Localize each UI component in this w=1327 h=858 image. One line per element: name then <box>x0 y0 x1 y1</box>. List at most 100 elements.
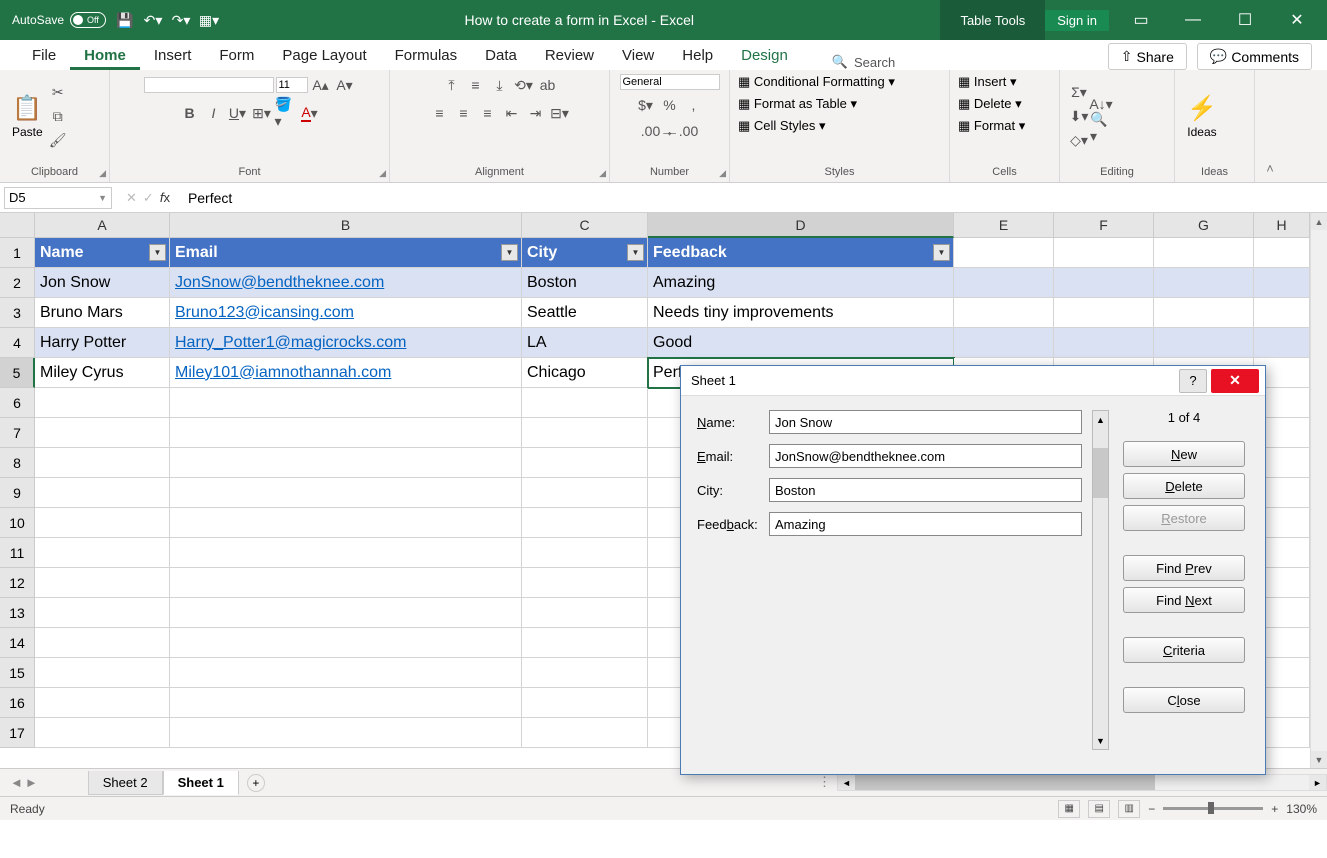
form-field-input[interactable] <box>769 410 1082 434</box>
scroll-down-icon[interactable]: ▼ <box>1311 751 1327 768</box>
form-quick-icon[interactable]: ▦▾ <box>200 11 218 29</box>
percent-icon[interactable]: % <box>659 94 681 116</box>
cell[interactable] <box>1154 238 1254 268</box>
cell[interactable] <box>35 568 170 598</box>
cell[interactable] <box>1054 238 1154 268</box>
dialog-launcher-icon[interactable]: ◢ <box>719 168 726 179</box>
column-header[interactable]: B <box>170 213 522 238</box>
cell[interactable]: Miley101@iamnothannah.com <box>170 358 522 388</box>
dialog-titlebar[interactable]: Sheet 1 ? ✕ <box>681 366 1265 396</box>
cell[interactable] <box>522 388 648 418</box>
form-field-input[interactable] <box>769 478 1082 502</box>
align-left-icon[interactable]: ≡ <box>429 102 451 124</box>
cell[interactable] <box>1154 298 1254 328</box>
cell[interactable] <box>954 268 1054 298</box>
cell[interactable] <box>522 598 648 628</box>
cell[interactable] <box>1254 298 1310 328</box>
share-button[interactable]: ⇧Share <box>1108 43 1187 70</box>
cut-icon[interactable]: ✂ <box>47 81 69 103</box>
cell[interactable] <box>954 238 1054 268</box>
cell[interactable] <box>1054 328 1154 358</box>
column-header[interactable]: D <box>648 213 954 238</box>
font-color-icon[interactable]: A▾ <box>299 102 321 124</box>
cell[interactable]: Amazing <box>648 268 954 298</box>
cell[interactable] <box>170 388 522 418</box>
align-middle-icon[interactable]: ≡ <box>465 74 487 96</box>
row-header[interactable]: 8 <box>0 448 35 478</box>
cell[interactable] <box>1254 238 1310 268</box>
tell-me-search[interactable]: 🔍Search <box>832 54 895 70</box>
cell[interactable] <box>170 688 522 718</box>
tab-form[interactable]: Form <box>205 43 268 70</box>
sheet-tab-sheet1[interactable]: Sheet 1 <box>163 771 239 795</box>
record-scrollbar[interactable]: ▲ ▼ <box>1092 410 1109 750</box>
tab-help[interactable]: Help <box>668 43 727 70</box>
tab-data[interactable]: Data <box>471 43 531 70</box>
row-header[interactable]: 13 <box>0 598 35 628</box>
clear-icon[interactable]: ◇▾ <box>1068 129 1090 151</box>
delete-button[interactable]: Delete <box>1123 473 1245 499</box>
chevron-down-icon[interactable]: ▼ <box>98 193 107 203</box>
minimize-icon[interactable]: — <box>1173 11 1213 29</box>
page-layout-view-icon[interactable]: ▤ <box>1088 800 1110 818</box>
insert-cells-button[interactable]: ▦ Insert ▾ <box>958 74 1017 90</box>
formula-input[interactable]: Perfect <box>180 190 1327 206</box>
select-all-corner[interactable] <box>0 213 35 238</box>
cell[interactable] <box>522 628 648 658</box>
horizontal-scrollbar[interactable]: ◄ ► <box>837 774 1327 791</box>
enter-formula-icon[interactable]: ✓ <box>143 190 154 206</box>
conditional-formatting-button[interactable]: ▦ Conditional Formatting ▾ <box>738 74 895 90</box>
row-header[interactable]: 10 <box>0 508 35 538</box>
column-header[interactable]: G <box>1154 213 1254 238</box>
cell[interactable] <box>954 328 1054 358</box>
format-as-table-button[interactable]: ▦ Format as Table ▾ <box>738 96 857 112</box>
cell[interactable] <box>1154 268 1254 298</box>
comma-icon[interactable]: , <box>683 94 705 116</box>
collapse-ribbon-icon[interactable]: ˄ <box>1255 70 1285 182</box>
cell[interactable] <box>35 628 170 658</box>
tab-insert[interactable]: Insert <box>140 43 206 70</box>
filter-dropdown-icon[interactable]: ▼ <box>627 244 644 261</box>
row-header[interactable]: 3 <box>0 298 35 328</box>
cell[interactable] <box>35 448 170 478</box>
cell[interactable] <box>170 418 522 448</box>
align-top-icon[interactable]: ⤒ <box>441 74 463 96</box>
zoom-slider[interactable] <box>1163 807 1263 810</box>
cell[interactable] <box>35 658 170 688</box>
format-cells-button[interactable]: ▦ Format ▾ <box>958 118 1025 134</box>
help-icon[interactable]: ? <box>1179 369 1207 393</box>
save-icon[interactable]: 💾 <box>116 11 134 29</box>
scroll-up-icon[interactable]: ▲ <box>1311 213 1327 230</box>
sign-in-button[interactable]: Sign in <box>1045 10 1109 31</box>
dialog-launcher-icon[interactable]: ◢ <box>379 168 386 179</box>
decrease-indent-icon[interactable]: ⇤ <box>501 102 523 124</box>
cell[interactable] <box>522 538 648 568</box>
row-header[interactable]: 14 <box>0 628 35 658</box>
cell[interactable] <box>522 508 648 538</box>
sheet-nav-next-icon[interactable]: ► <box>25 775 38 790</box>
column-header[interactable]: A <box>35 213 170 238</box>
cell[interactable] <box>35 418 170 448</box>
name-box[interactable]: D5▼ <box>4 187 112 209</box>
cell[interactable] <box>170 568 522 598</box>
tab-home[interactable]: Home <box>70 43 140 70</box>
column-header[interactable]: E <box>954 213 1054 238</box>
cell[interactable]: Jon Snow <box>35 268 170 298</box>
cell[interactable]: Harry_Potter1@magicrocks.com <box>170 328 522 358</box>
tab-review[interactable]: Review <box>531 43 608 70</box>
row-header[interactable]: 4 <box>0 328 35 358</box>
cell[interactable] <box>522 448 648 478</box>
cell[interactable]: Feedback▼ <box>648 238 954 268</box>
font-name-input[interactable] <box>144 77 274 93</box>
cell[interactable]: JonSnow@bendtheknee.com <box>170 268 522 298</box>
decrease-font-icon[interactable]: A▾ <box>334 74 356 96</box>
find-prev-button[interactable]: Find Prev <box>1123 555 1245 581</box>
close-icon[interactable]: ✕ <box>1211 369 1259 393</box>
autosave-toggle[interactable]: AutoSave Off <box>12 12 106 28</box>
cell[interactable] <box>170 448 522 478</box>
cell[interactable]: Seattle <box>522 298 648 328</box>
format-painter-icon[interactable]: 🖌 <box>47 129 69 151</box>
cell[interactable] <box>954 298 1054 328</box>
copy-icon[interactable]: ⧉ <box>47 105 69 127</box>
cell[interactable] <box>522 478 648 508</box>
